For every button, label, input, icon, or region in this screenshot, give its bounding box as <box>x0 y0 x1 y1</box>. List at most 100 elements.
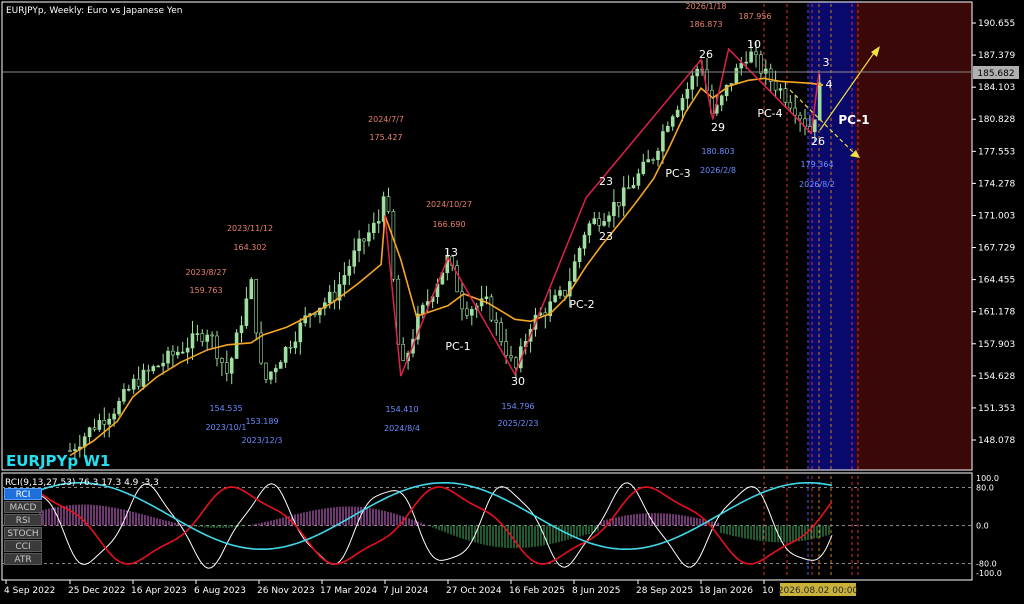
price-bar-body <box>465 308 469 316</box>
price-bar-body <box>288 346 293 349</box>
swing-high-price: 175.427 <box>369 133 402 142</box>
swing-low-price: 180.803 <box>701 147 734 156</box>
time-tick-label: 26 Nov 2023 <box>257 586 315 596</box>
price-bar-body <box>386 196 391 212</box>
wave-count-label: 4 <box>826 78 833 91</box>
price-bar-body <box>744 61 749 64</box>
price-bar-body <box>185 347 190 353</box>
price-tick-label: 180.828 <box>978 115 1015 125</box>
price-bar-body <box>161 362 165 367</box>
price-bar-body <box>87 427 92 438</box>
price-bar-body <box>612 202 616 217</box>
price-bar-body <box>273 368 278 373</box>
current-time-label: 2026.08.02 00:00 <box>778 586 859 596</box>
price-bar-body <box>117 400 121 415</box>
price-bar-body <box>504 341 508 356</box>
price-bar-body <box>146 369 151 372</box>
price-channel-label: PC-1 <box>838 113 869 127</box>
time-tick-label: 25 Dec 2022 <box>68 586 126 596</box>
price-bar-body <box>195 333 200 335</box>
price-bar-body <box>812 119 817 133</box>
price-bar-body <box>675 109 680 117</box>
cci-button[interactable]: CCI <box>4 540 42 552</box>
price-bar-body <box>171 350 175 356</box>
wave-count-label: 26 <box>811 135 825 148</box>
price-bar-body <box>225 362 229 374</box>
price-bar-body <box>229 358 234 374</box>
price-bar-body <box>136 378 141 387</box>
price-bar-body <box>607 215 611 222</box>
price-bar-body <box>122 389 126 402</box>
swing-low-date: 2024/8/4 <box>384 424 420 433</box>
price-bar-body <box>97 420 102 430</box>
indicator-button-panel: RCI MACD RSI STOCH CCI ATR <box>0 488 46 568</box>
rci-level-label: -100.0 <box>976 569 1002 578</box>
price-bar-body <box>558 290 562 296</box>
price-bar-body <box>759 54 763 74</box>
price-bar-body <box>582 234 587 249</box>
swing-low-price: 153.189 <box>245 417 278 426</box>
price-bar-body <box>646 159 651 163</box>
price-bar-body <box>690 75 695 90</box>
price-bar-body <box>665 125 670 132</box>
price-bar-body <box>362 238 366 242</box>
price-tick-label: 161.178 <box>978 308 1015 318</box>
chart-canvas[interactable]: 2023/8/27 159.763 2023/11/12 164.302 2024/7/… <box>0 0 1024 600</box>
swing-low-date: 2023/12/3 <box>241 436 282 445</box>
swing-high-date: 2024/10/27 <box>426 200 472 209</box>
swing-high-date: 2024/7/7 <box>368 115 404 124</box>
price-bar-body <box>661 131 665 152</box>
time-tick-label: 4 Sep 2022 <box>4 586 55 596</box>
price-bar-body <box>327 291 332 304</box>
price-bar-body <box>391 211 396 280</box>
price-bar-body <box>357 238 361 252</box>
price-bar-body <box>352 250 357 267</box>
wave-count-label: 3 <box>823 56 830 69</box>
price-bar-body <box>734 67 739 84</box>
time-tick-label: 6 Aug 2023 <box>194 586 246 596</box>
price-bar-body <box>190 333 195 349</box>
price-bar-body <box>244 298 249 326</box>
symbol-big-label: EURJPYp W1 <box>6 452 110 470</box>
swing-low-price: 179.364 <box>800 160 833 169</box>
price-bar-body <box>141 369 146 387</box>
price-bar-body <box>773 81 778 91</box>
price-bar-body <box>509 355 513 359</box>
price-tick-label: 184.103 <box>978 83 1015 93</box>
price-bar-body <box>793 107 798 116</box>
atr-button[interactable]: ATR <box>4 553 42 565</box>
price-bar-body <box>783 88 788 103</box>
price-bar-body <box>401 344 406 361</box>
price-bar-body <box>455 265 459 293</box>
price-bar-body <box>572 261 577 282</box>
price-bar-body <box>484 296 489 300</box>
price-channel-label: PC-4 <box>757 107 782 120</box>
price-bar-body <box>656 150 660 160</box>
time-tick-label: 8 Jun 2025 <box>572 586 620 596</box>
price-bar-body <box>420 304 425 315</box>
price-bar-body <box>494 319 499 323</box>
price-bar-body <box>205 334 209 342</box>
price-bar-body <box>597 218 602 226</box>
price-bar-body <box>220 358 224 363</box>
price-channel-label: PC-2 <box>569 298 594 311</box>
price-bar-body <box>127 388 131 391</box>
macd-button[interactable]: MACD <box>4 501 42 513</box>
price-tick-label: 154.628 <box>978 372 1015 382</box>
stoch-button[interactable]: STOCH <box>4 527 42 539</box>
wave-count-label: 23 <box>599 175 613 188</box>
swing-high-date: 2026/1/18 <box>685 2 726 11</box>
price-tick-label: 177.553 <box>978 147 1015 157</box>
price-bar-body <box>180 351 185 354</box>
price-channel-label: PC-3 <box>665 167 690 180</box>
rci-level-label: 100.0 <box>976 474 999 483</box>
rci-button[interactable]: RCI <box>4 488 42 500</box>
time-tick-label: 16 Feb 2025 <box>509 586 565 596</box>
price-bar-body <box>631 185 636 189</box>
price-bar-body <box>754 51 758 56</box>
rsi-button[interactable]: RSI <box>4 514 42 526</box>
price-tick-label: 171.003 <box>978 211 1015 221</box>
price-bar-body <box>176 351 180 356</box>
price-bar-body <box>641 161 646 175</box>
current-price-label: 185.682 <box>977 69 1014 79</box>
